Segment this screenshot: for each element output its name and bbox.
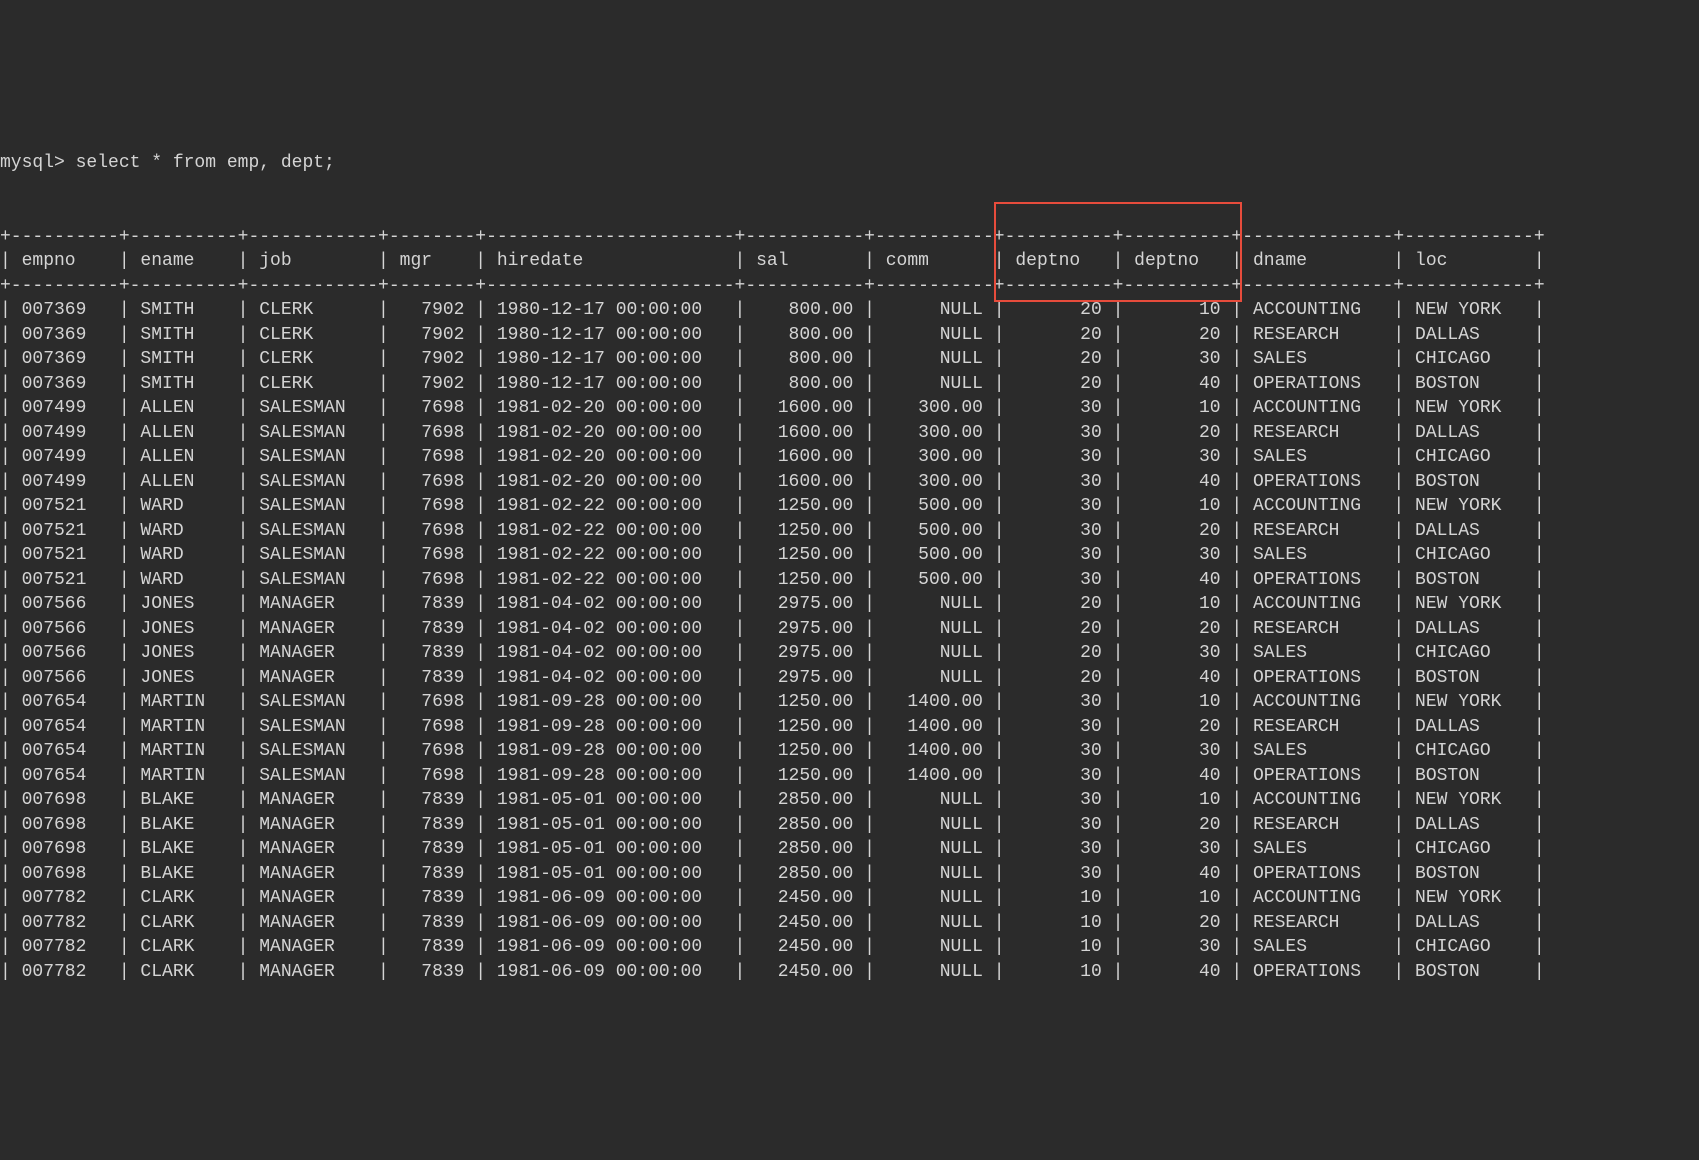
table-output: +----------+----------+------------+----… [0, 225, 1699, 985]
sql-prompt-line: mysql> select * from emp, dept; [0, 151, 1699, 176]
mysql-terminal: mysql> select * from emp, dept; +-------… [0, 102, 1699, 1033]
